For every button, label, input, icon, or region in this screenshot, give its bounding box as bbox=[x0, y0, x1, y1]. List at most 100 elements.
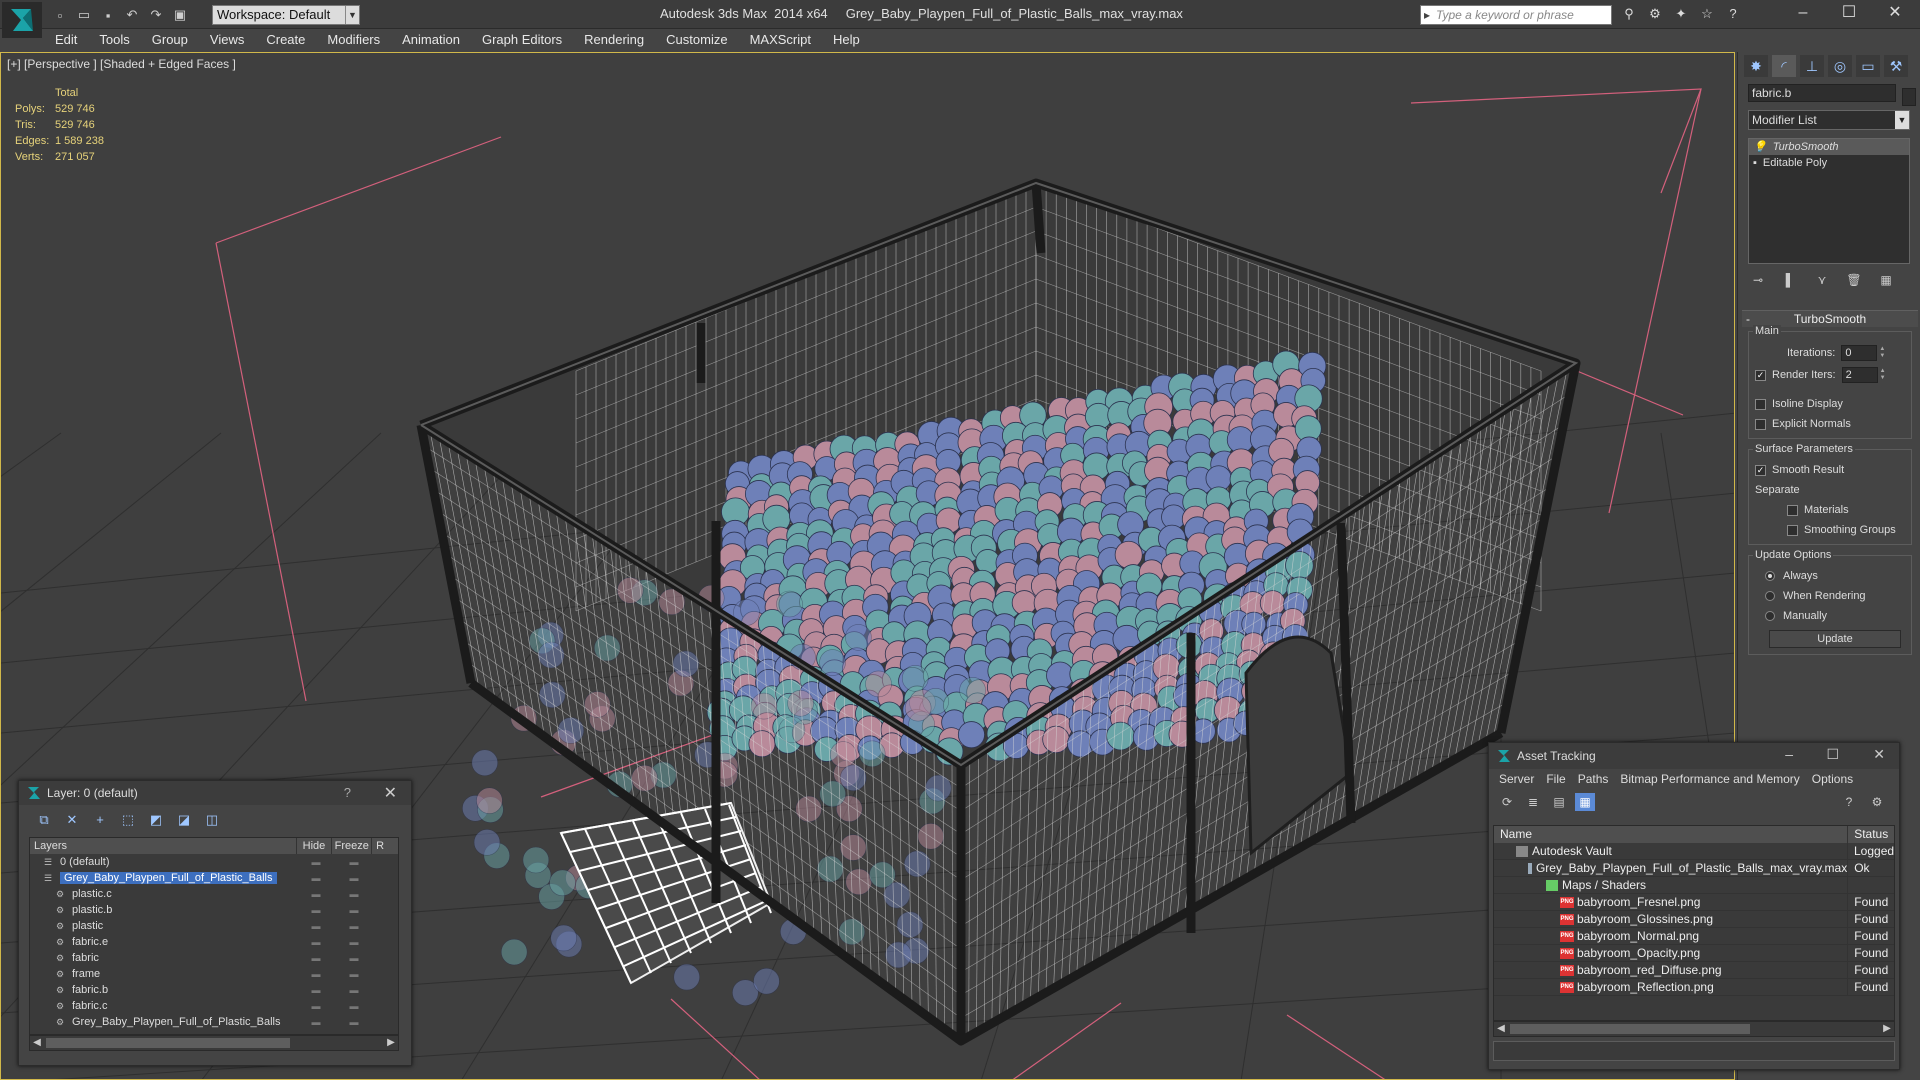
maximize-icon[interactable]: ☐ bbox=[1826, 746, 1839, 763]
motion-tab-icon[interactable]: ◎ bbox=[1828, 55, 1852, 77]
settings-icon[interactable]: ⚙ bbox=[1867, 793, 1887, 811]
spinner-arrows-icon[interactable]: ▲ ▼ bbox=[1880, 368, 1888, 382]
freeze-toggle[interactable]: ▬ bbox=[334, 937, 374, 947]
project-folder-icon[interactable]: ▣ bbox=[170, 6, 190, 24]
col-render[interactable]: R bbox=[372, 838, 398, 854]
render-iters-spinner[interactable]: 2 bbox=[1841, 367, 1878, 383]
subscription-icon[interactable]: ⚙ bbox=[1646, 6, 1664, 24]
hide-toggle[interactable]: ▬ bbox=[298, 969, 334, 979]
layer-row[interactable]: ⚙ fabric.e ▬ ▬ bbox=[30, 934, 398, 950]
spinner-arrows-icon[interactable]: ▲ ▼ bbox=[1879, 346, 1887, 360]
hide-toggle[interactable]: ▬ bbox=[298, 937, 334, 947]
menu-views[interactable]: Views bbox=[199, 30, 255, 51]
create-tab-icon[interactable]: ✸ bbox=[1744, 55, 1768, 77]
list-view-icon[interactable]: ≣ bbox=[1523, 793, 1543, 811]
manually-radio[interactable] bbox=[1765, 611, 1775, 621]
freeze-toggle[interactable]: ▬ bbox=[334, 905, 374, 915]
workspace-dropdown[interactable]: Workspace: Default ▼ bbox=[212, 5, 360, 25]
layer-row[interactable]: ⚙ fabric.c ▬ ▬ bbox=[30, 998, 398, 1014]
asset-row[interactable]: Grey_Baby_Playpen_Full_of_Plastic_Balls_… bbox=[1494, 860, 1894, 877]
hide-toggle[interactable]: ▬ bbox=[298, 905, 334, 915]
table-view-icon[interactable]: ▦ bbox=[1575, 793, 1595, 811]
communication-center-icon[interactable]: ✦ bbox=[1672, 6, 1690, 24]
menu-create[interactable]: Create bbox=[255, 30, 316, 51]
utilities-tab-icon[interactable]: ⚒ bbox=[1884, 55, 1908, 77]
new-file-icon[interactable]: ▫ bbox=[50, 6, 70, 24]
asset-menu-bitmap-performance-and-memory[interactable]: Bitmap Performance and Memory bbox=[1614, 769, 1805, 789]
always-radio[interactable] bbox=[1765, 571, 1775, 581]
menu-maxscript[interactable]: MAXScript bbox=[739, 30, 822, 51]
scroll-thumb[interactable] bbox=[1510, 1024, 1750, 1034]
freeze-toggle[interactable]: ▬ bbox=[334, 873, 374, 883]
menu-tools[interactable]: Tools bbox=[88, 30, 140, 51]
asset-row[interactable]: PNG babyroom_Opacity.png Found bbox=[1494, 945, 1894, 962]
col-status[interactable]: Status bbox=[1848, 826, 1894, 843]
hide-toggle[interactable]: ▬ bbox=[298, 953, 334, 963]
modify-tab-icon[interactable]: ◜ bbox=[1772, 55, 1796, 77]
freeze-toggle[interactable]: ▬ bbox=[334, 1017, 374, 1027]
help-icon[interactable]: ? bbox=[344, 785, 351, 800]
refresh-icon[interactable]: ⟳ bbox=[1497, 793, 1517, 811]
expand-plus-icon[interactable]: ▪ bbox=[1753, 155, 1757, 171]
viewport-label[interactable]: [+] [Perspective ] [Shaded + Edged Faces… bbox=[7, 57, 236, 71]
menu-group[interactable]: Group bbox=[141, 30, 199, 51]
redo-icon[interactable]: ↷ bbox=[146, 6, 166, 24]
freeze-toggle[interactable]: ▬ bbox=[334, 857, 374, 867]
thumbnail-view-icon[interactable]: ▤ bbox=[1549, 793, 1569, 811]
layers-horizontal-scrollbar[interactable]: ◀ ▶ bbox=[29, 1035, 399, 1051]
modifier-list-dropdown[interactable]: Modifier List ▼ bbox=[1748, 110, 1910, 130]
scroll-right-icon[interactable]: ▶ bbox=[1880, 1022, 1894, 1036]
layer-window-titlebar[interactable]: Layer: 0 (default) ? ✕ bbox=[19, 781, 411, 805]
freeze-toggle[interactable]: ▬ bbox=[334, 921, 374, 931]
layer-row[interactable]: ⚙ fabric ▬ ▬ bbox=[30, 950, 398, 966]
update-button[interactable]: Update bbox=[1769, 630, 1901, 648]
freeze-all-layers-icon[interactable]: ◫ bbox=[201, 811, 223, 829]
menu-graph-editors[interactable]: Graph Editors bbox=[471, 30, 573, 51]
asset-tracking-titlebar[interactable]: Asset Tracking – ☐ ✕ bbox=[1489, 743, 1899, 769]
iterations-spinner[interactable]: 0 bbox=[1841, 345, 1878, 361]
smooth-result-checkbox[interactable]: ✓ bbox=[1755, 464, 1766, 476]
freeze-toggle[interactable]: ▬ bbox=[334, 889, 374, 899]
assets-horizontal-scrollbar[interactable]: ◀ ▶ bbox=[1493, 1021, 1895, 1037]
close-button[interactable]: ✕ bbox=[1872, 0, 1918, 28]
hide-toggle[interactable]: ▬ bbox=[298, 873, 334, 883]
asset-menu-server[interactable]: Server bbox=[1493, 769, 1540, 789]
configure-sets-icon[interactable]: ▦ bbox=[1876, 270, 1896, 290]
asset-menu-file[interactable]: File bbox=[1540, 769, 1571, 789]
asset-row[interactable]: PNG babyroom_red_Diffuse.png Found bbox=[1494, 962, 1894, 979]
binoculars-icon[interactable]: ⚲ bbox=[1620, 6, 1638, 24]
menu-customize[interactable]: Customize bbox=[655, 30, 738, 51]
modifier-stack[interactable]: 💡 TurboSmooth ▪ Editable Poly bbox=[1748, 138, 1910, 264]
layer-row[interactable]: ⚙ Grey_Baby_Playpen_Full_of_Plastic_Balls… bbox=[30, 1014, 398, 1030]
hide-all-layers-icon[interactable]: ◪ bbox=[173, 811, 195, 829]
freeze-toggle[interactable]: ▬ bbox=[334, 969, 374, 979]
asset-row[interactable]: PNG babyroom_Reflection.png Found bbox=[1494, 979, 1894, 996]
layer-row[interactable]: ⚙ plastic.b ▬ ▬ bbox=[30, 902, 398, 918]
freeze-toggle[interactable]: ▬ bbox=[334, 985, 374, 995]
stack-item-turbosmooth[interactable]: 💡 TurboSmooth bbox=[1749, 139, 1909, 155]
display-tab-icon[interactable]: ▭ bbox=[1856, 55, 1880, 77]
col-hide[interactable]: Hide bbox=[297, 838, 333, 854]
asset-row[interactable]: PNG babyroom_Normal.png Found bbox=[1494, 928, 1894, 945]
remove-modifier-icon[interactable]: 🗑 bbox=[1844, 270, 1864, 290]
col-freeze[interactable]: Freeze bbox=[332, 838, 373, 854]
hide-toggle[interactable]: ▬ bbox=[298, 1017, 334, 1027]
minimize-icon[interactable]: – bbox=[1785, 746, 1793, 762]
menu-edit[interactable]: Edit bbox=[44, 30, 88, 51]
isoline-display-checkbox[interactable] bbox=[1755, 398, 1766, 410]
select-objects-icon[interactable]: ⬚ bbox=[117, 811, 139, 829]
lightbulb-icon[interactable]: 💡 bbox=[1753, 139, 1767, 155]
make-unique-icon[interactable]: ⋎ bbox=[1812, 270, 1832, 290]
scroll-left-icon[interactable]: ◀ bbox=[30, 1036, 44, 1050]
app-logo-icon[interactable] bbox=[2, 2, 42, 38]
freeze-toggle[interactable]: ▬ bbox=[334, 953, 374, 963]
materials-checkbox[interactable] bbox=[1787, 504, 1798, 516]
asset-row[interactable]: PNG babyroom_Fresnel.png Found bbox=[1494, 894, 1894, 911]
explicit-normals-checkbox[interactable] bbox=[1755, 418, 1766, 430]
scroll-thumb[interactable] bbox=[46, 1038, 290, 1048]
menu-help[interactable]: Help bbox=[822, 30, 871, 51]
asset-menu-paths[interactable]: Paths bbox=[1572, 769, 1615, 789]
delete-layer-icon[interactable]: ✕ bbox=[61, 811, 83, 829]
highlight-layer-icon[interactable]: ◩ bbox=[145, 811, 167, 829]
open-file-icon[interactable]: ▭ bbox=[74, 6, 94, 24]
